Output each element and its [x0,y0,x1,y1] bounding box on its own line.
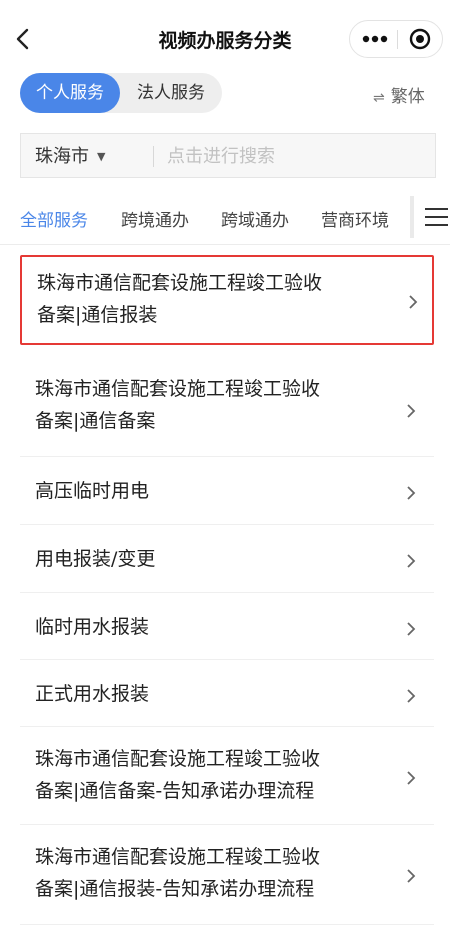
tab-personal-service[interactable]: 个人服务 [20,73,120,113]
page: 视频办服务分类 个人服务 法人服务 ⇌ 繁体 珠海市 ▼ 全部服务 [0,0,450,934]
list-item[interactable]: 珠海市通信配套设施工程竣工验收 备案|通信备案 [20,357,434,457]
search-input[interactable] [167,134,427,179]
service-type-toggle: 个人服务 法人服务 [20,73,222,113]
list-item-line: 珠海市通信配套设施工程竣工验收 [37,272,323,294]
list-item-title: 珠海市通信配套设施工程竣工验收 备案|通信报装-告知承诺办理流程 [35,841,385,905]
tab-scroll-edge [410,196,414,238]
list-item-line: 备案|通信报装-告知承诺办理流程 [35,878,315,900]
list-item-title: 珠海市通信配套设施工程竣工验收 备案|通信备案 [35,373,385,437]
list-item-title: 用电报装/变更 [35,543,385,575]
list-item-title: 珠海市通信配套设施工程竣工验收 备案|通信备案-告知承诺办理流程 [35,743,385,807]
list-item-line: 备案|通信报装 [37,304,158,326]
list-item-line: 用电报装/变更 [35,548,156,570]
tab-legal-service[interactable]: 法人服务 [120,73,222,113]
list-item[interactable]: 珠海市通信配套设施工程竣工验收 备案|通信报装 [20,255,434,345]
list-item-line: 正式用水报装 [35,683,150,705]
list-item[interactable]: 用电报装/变更 [20,525,434,593]
chevron-right-icon [407,404,416,418]
list-item[interactable]: 临时用水报装 [20,593,434,660]
chevron-right-icon [407,869,416,883]
search-bar: 珠海市 ▼ [20,133,436,179]
top-nav-bar: 视频办服务分类 [0,0,450,80]
list-item-line: 备案|通信备案 [35,410,156,432]
list-item-title: 珠海市通信配套设施工程竣工验收 备案|通信报装 [37,267,387,331]
list-item-line: 珠海市通信配套设施工程竣工验收 [35,748,321,770]
miniprogram-capsule [349,20,443,58]
list-item-title: 正式用水报装 [35,678,385,710]
traditional-label: 繁体 [390,87,425,107]
list-item[interactable]: 珠海市通信配套设施工程竣工验收 备案|通信报装-告知承诺办理流程 [20,825,434,925]
list-item[interactable]: 正式用水报装 [20,660,434,727]
chevron-right-icon [407,554,416,568]
list-item-title: 高压临时用电 [35,475,385,507]
list-item-line: 珠海市通信配套设施工程竣工验收 [35,378,321,400]
city-label: 珠海市 [35,146,89,167]
miniprogram-close-icon[interactable] [398,21,443,57]
swap-icon: ⇌ [373,90,385,106]
caret-down-icon: ▼ [97,150,106,163]
list-item[interactable]: 珠海市通信配套设施工程竣工验收 备案|通信备案-告知承诺办理流程 [20,727,434,825]
list-item-line: 高压临时用电 [35,480,150,502]
menu-icon[interactable] [420,200,450,234]
list-item-line: 临时用水报装 [35,616,150,638]
chevron-right-icon [407,622,416,636]
chevron-right-icon [409,295,418,309]
tab-business-environment[interactable]: 营商环境 [321,206,389,231]
list-item-title: 临时用水报装 [35,611,385,643]
more-dots-icon[interactable] [350,21,397,57]
tab-all-services[interactable]: 全部服务 [20,206,88,231]
search-divider [153,146,154,167]
city-selector[interactable]: 珠海市 ▼ [35,134,105,179]
traditional-chinese-toggle[interactable]: ⇌ 繁体 [373,82,425,107]
tab-cross-region[interactable]: 跨域通办 [221,206,289,231]
chevron-right-icon [407,486,416,500]
list-item-line: 珠海市通信配套设施工程竣工验收 [35,846,321,868]
category-tabs: 全部服务 跨境通办 跨域通办 营商环境 [0,190,450,245]
chevron-right-icon [407,771,416,785]
chevron-right-icon [407,689,416,703]
tab-cross-border[interactable]: 跨境通办 [121,206,189,231]
list-item[interactable]: 高压临时用电 [20,457,434,525]
list-item-line: 备案|通信备案-告知承诺办理流程 [35,780,315,802]
